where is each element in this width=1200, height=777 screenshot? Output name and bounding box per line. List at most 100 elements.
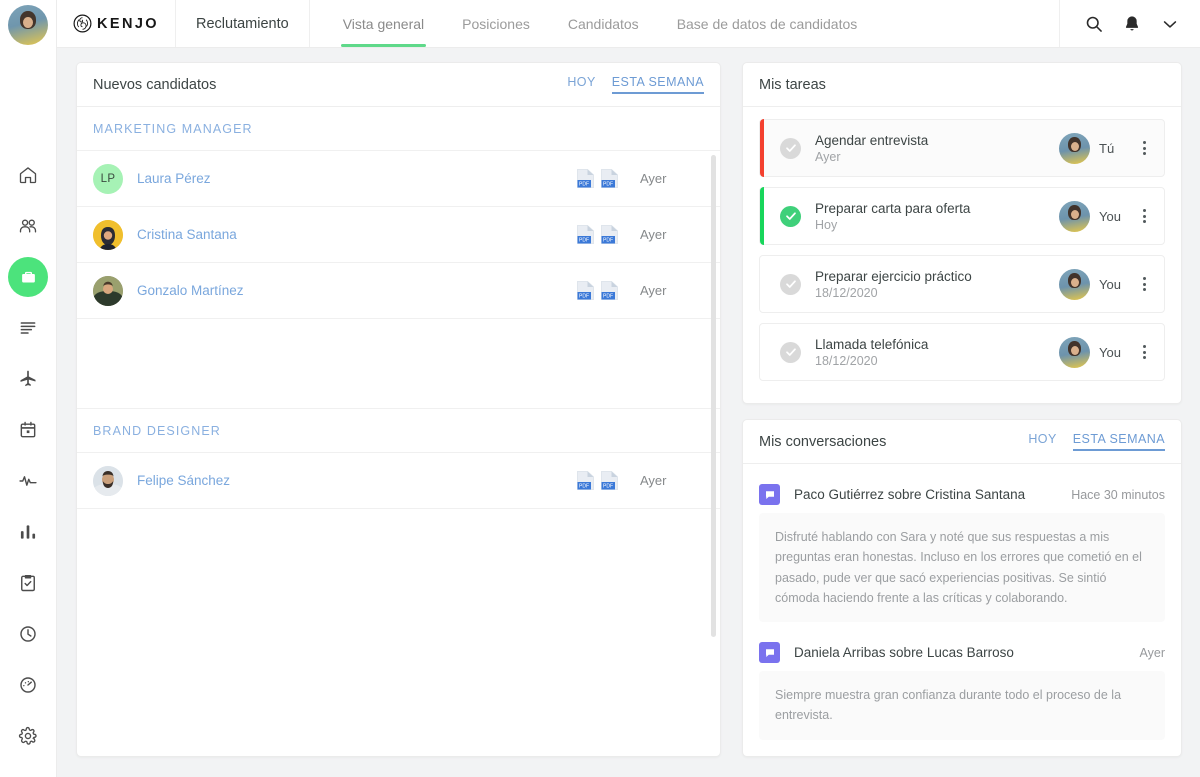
task-checkbox[interactable] [780, 206, 801, 227]
conversations-range-esta-semana[interactable]: ESTA SEMANA [1073, 432, 1165, 451]
candidate-row[interactable]: Cristina Santana PDF PDF Ayer [77, 207, 720, 263]
pdf-file-icon[interactable]: PDF [577, 168, 594, 189]
candidate-files: PDF PDF [577, 224, 618, 245]
task-list: Agendar entrevista Ayer Tú Preparar cart… [743, 107, 1181, 395]
conversation-body: Siempre muestra gran confianza durante t… [759, 671, 1165, 740]
sidebar-item-performance[interactable] [8, 461, 48, 501]
candidates-scrollbar[interactable] [711, 155, 716, 637]
task-row[interactable]: Preparar carta para oferta Hoy You [759, 187, 1165, 245]
task-checkbox[interactable] [780, 138, 801, 159]
product-name[interactable]: Reclutamiento [176, 0, 310, 47]
task-checkbox[interactable] [780, 274, 801, 295]
sidebar-item-absences[interactable] [8, 359, 48, 399]
pdf-file-icon[interactable]: PDF [601, 168, 618, 189]
task-menu-icon[interactable] [1136, 209, 1152, 223]
kenjo-logomark-icon [73, 14, 92, 33]
task-row[interactable]: Llamada telefónica 18/12/2020 You [759, 323, 1165, 381]
task-meta: You [1059, 201, 1152, 232]
sidebar-item-productivity[interactable] [8, 665, 48, 705]
people-icon [18, 216, 38, 236]
top-bar: KENJO Reclutamiento Vista general Posici… [57, 0, 1200, 48]
tab-posiciones[interactable]: Posiciones [443, 0, 549, 47]
task-date: 18/12/2020 [815, 286, 972, 300]
conversation-header[interactable]: Paco Gutiérrez sobre Cristina Santana Ha… [759, 470, 1165, 513]
task-menu-icon[interactable] [1136, 277, 1152, 291]
nav-tabs: Vista general Posiciones Candidatos Base… [324, 0, 877, 47]
task-date: Ayer [815, 150, 928, 164]
sidebar-item-people[interactable] [8, 206, 48, 246]
sidebar-item-calendar[interactable] [8, 410, 48, 450]
task-owner: You [1099, 209, 1127, 224]
conversation-body: Disfruté hablando con Sara y noté que su… [759, 513, 1165, 622]
candidate-name[interactable]: Cristina Santana [137, 227, 237, 242]
pdf-file-icon[interactable]: PDF [601, 280, 618, 301]
svg-text:PDF: PDF [603, 294, 613, 300]
tab-base-de-datos[interactable]: Base de datos de candidatos [658, 0, 877, 47]
kenjo-logo[interactable]: KENJO [57, 0, 176, 47]
bell-icon[interactable] [1122, 14, 1142, 34]
candidate-row[interactable]: Gonzalo Martínez PDF PDF Ayer [77, 263, 720, 319]
task-title: Agendar entrevista [815, 133, 928, 148]
bar-chart-icon [18, 522, 38, 542]
conversation-header[interactable]: Daniela Arribas sobre Lucas Barroso Ayer [759, 622, 1165, 671]
new-candidates-header: Nuevos candidatos HOY ESTA SEMANA [77, 63, 720, 107]
sidebar-item-tasks[interactable] [8, 563, 48, 603]
tab-vista-general[interactable]: Vista general [324, 0, 443, 47]
task-menu-icon[interactable] [1136, 345, 1152, 359]
my-tasks-card: Mis tareas Agendar entrevista Ayer Tú [742, 62, 1182, 404]
task-priority-flag [760, 119, 764, 177]
task-row[interactable]: Agendar entrevista Ayer Tú [759, 119, 1165, 177]
candidate-name[interactable]: Laura Pérez [137, 171, 211, 186]
clock-icon [18, 624, 38, 644]
conversations-range-hoy[interactable]: HOY [1028, 432, 1056, 451]
calendar-icon [18, 420, 38, 440]
conversation-time: Ayer [1140, 646, 1165, 660]
sidebar-item-timeclock[interactable] [8, 614, 48, 654]
search-icon[interactable] [1084, 14, 1104, 34]
my-tasks-header: Mis tareas [743, 63, 1181, 107]
pdf-file-icon[interactable]: PDF [601, 224, 618, 245]
task-menu-icon[interactable] [1136, 141, 1152, 155]
sidebar-item-settings[interactable] [8, 716, 48, 756]
top-actions [1059, 0, 1200, 47]
rail-icon-list [8, 155, 48, 756]
comment-icon [759, 484, 780, 505]
pdf-file-icon[interactable]: PDF [601, 470, 618, 491]
my-conversations-title: Mis conversaciones [759, 434, 886, 450]
candidates-range-hoy[interactable]: HOY [567, 75, 595, 94]
task-text: Preparar carta para oferta Hoy [815, 201, 970, 232]
candidate-name[interactable]: Felipe Sánchez [137, 473, 230, 488]
pdf-file-icon[interactable]: PDF [577, 280, 594, 301]
chevron-down-icon[interactable] [1160, 14, 1180, 34]
task-meta: Tú [1059, 133, 1152, 164]
candidates-range-esta-semana[interactable]: ESTA SEMANA [612, 75, 704, 94]
sidebar-item-recruitment[interactable] [8, 257, 48, 297]
task-row[interactable]: Preparar ejercicio práctico 18/12/2020 Y… [759, 255, 1165, 313]
sidebar-item-reports[interactable] [8, 512, 48, 552]
task-meta: You [1059, 269, 1152, 300]
sidebar-item-documents[interactable] [8, 308, 48, 348]
svg-text:PDF: PDF [603, 484, 613, 490]
group-label-brand-designer: BRAND DESIGNER [77, 409, 720, 453]
check-icon [785, 210, 797, 222]
pdf-file-icon[interactable]: PDF [577, 470, 594, 491]
avatar [1059, 201, 1090, 232]
airplane-icon [18, 369, 38, 389]
task-title: Llamada telefónica [815, 337, 928, 352]
task-date: Hoy [815, 218, 970, 232]
pdf-file-icon[interactable]: PDF [577, 224, 594, 245]
candidate-name[interactable]: Gonzalo Martínez [137, 283, 244, 298]
tab-candidatos[interactable]: Candidatos [549, 0, 658, 47]
gear-icon [18, 726, 38, 746]
user-avatar[interactable] [8, 5, 48, 45]
left-rail [0, 0, 57, 777]
svg-text:PDF: PDF [579, 182, 589, 188]
main-content: Nuevos candidatos HOY ESTA SEMANA MARKET… [57, 48, 1200, 777]
avatar [93, 220, 123, 250]
candidate-row[interactable]: Felipe Sánchez PDF PDF Ayer [77, 453, 720, 509]
conversation-time: Hace 30 minutos [1071, 488, 1165, 502]
my-conversations-header: Mis conversaciones HOY ESTA SEMANA [743, 420, 1181, 464]
sidebar-item-home[interactable] [8, 155, 48, 195]
candidate-row[interactable]: LP Laura Pérez PDF PDF Ayer [77, 151, 720, 207]
task-checkbox[interactable] [780, 342, 801, 363]
